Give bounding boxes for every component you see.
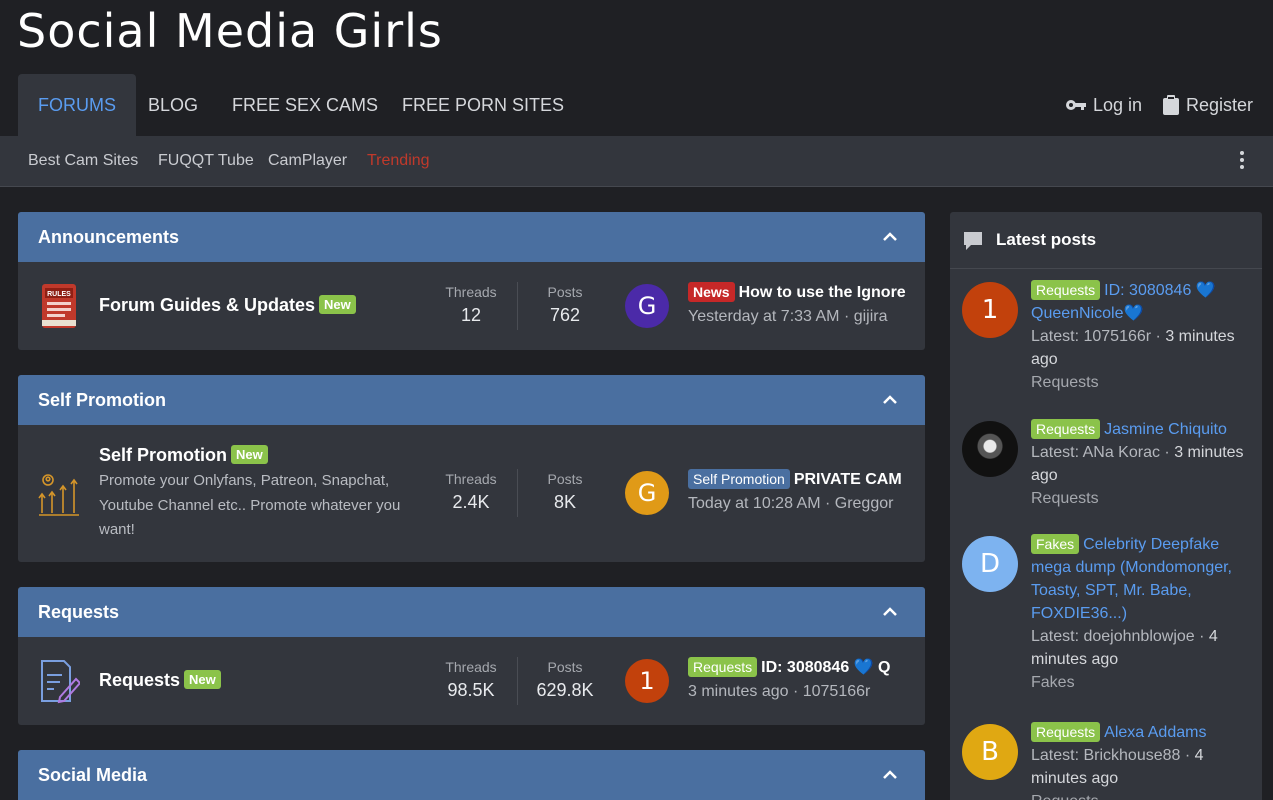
tab-forums[interactable]: FORUMS [18, 74, 136, 136]
forum-row[interactable]: RULES Forum Guides & Updates New Threads … [18, 262, 925, 350]
last-post-meta[interactable]: Yesterday at 7:33 AM · gijira [688, 308, 908, 326]
post-meta[interactable]: Latest: doejohnblowjoe · 4 minutes ago [1031, 625, 1253, 671]
chevron-up-icon[interactable] [883, 605, 897, 619]
blue-heart-icon: 💙 [1123, 305, 1144, 322]
forum-title[interactable]: Forum Guides & Updates New [99, 295, 356, 316]
login-label: Log in [1093, 95, 1143, 115]
category-title: Requests [38, 602, 120, 622]
widget-title: Latest posts [996, 230, 1097, 249]
prefix-requests: Requests [688, 657, 758, 677]
post-forum[interactable]: Requests [1031, 790, 1253, 800]
subnav-trending[interactable]: Trending [367, 136, 430, 185]
more-menu-icon[interactable] [1237, 151, 1247, 171]
avatar[interactable]: 1 [625, 659, 669, 703]
last-post-meta[interactable]: Today at 10:28 AM · Greggor [688, 495, 908, 513]
new-badge: New [319, 295, 356, 314]
post-text: Requests Alexa Addams Latest: Brickhouse8… [1031, 721, 1253, 800]
post-text: Requests ID: 3080846 💙 QueenNicole💙 Latest… [1031, 279, 1253, 394]
threads-stat: Threads 12 [445, 284, 497, 325]
category-header[interactable]: Requests [18, 587, 925, 637]
comment-icon [964, 232, 982, 250]
avatar[interactable]: G [625, 471, 669, 515]
category-title: Social Media [38, 765, 148, 785]
rules-book-icon: RULES [42, 284, 76, 328]
new-badge: New [184, 670, 221, 689]
prefix-fakes: Fakes [1031, 534, 1080, 554]
post-title[interactable]: Fakes Celebrity Deepfake mega dump (Mondo… [1031, 533, 1253, 625]
category-requests: Requests Requests New Threads 98.5K Posts… [18, 587, 925, 725]
avatar[interactable] [962, 421, 1018, 477]
posts-stat: Posts 8K [547, 471, 583, 512]
chevron-up-icon[interactable] [883, 768, 897, 782]
site-title[interactable]: Social Media Girls [17, 4, 443, 58]
subnav-fuqqt-tube[interactable]: FUQQT Tube [158, 136, 254, 185]
clipboard-icon [1163, 95, 1179, 115]
prefix-requests: Requests [1031, 419, 1101, 439]
post-title[interactable]: Requests ID: 3080846 💙 QueenNicole💙 [1031, 279, 1253, 325]
threads-stat: Threads 98.5K [445, 659, 497, 700]
category-social-media: Social Media [18, 750, 925, 800]
register-label: Register [1186, 95, 1254, 115]
divider [517, 469, 518, 517]
subnav-camplayer[interactable]: CamPlayer [268, 136, 347, 185]
post-title[interactable]: Requests Jasmine Chiquito [1031, 418, 1253, 441]
divider [517, 282, 518, 330]
login-link[interactable]: Log in [1065, 74, 1142, 136]
threads-stat: Threads 2.4K [445, 471, 497, 512]
avatar[interactable]: G [625, 284, 669, 328]
category-title: Self Promotion [38, 390, 167, 410]
subnav-best-cam-sites[interactable]: Best Cam Sites [28, 136, 138, 185]
last-post-title[interactable]: Requests ID: 3080846 💙 Q [688, 657, 908, 677]
post-forum[interactable]: Requests [1031, 371, 1253, 394]
sub-nav: Best Cam Sites FUQQT Tube CamPlayer Tren… [0, 136, 1273, 187]
growth-chart-icon [38, 474, 79, 516]
main-nav: FORUMS BLOG FREE SEX CAMS FREE PORN SITE… [0, 74, 1273, 136]
forum-description: Promote your Onlyfans, Patreon, Snapchat… [99, 472, 401, 538]
blue-heart-icon: 💙 [1195, 282, 1216, 299]
latest-posts-widget: Latest posts 1 Requests ID: 3080846 💙 Quee… [950, 212, 1262, 800]
last-post-title[interactable]: News How to use the Ignore [688, 282, 908, 302]
prefix-requests: Requests [1031, 280, 1101, 300]
avatar[interactable]: 1 [962, 282, 1018, 338]
category-header[interactable]: Announcements [18, 212, 925, 262]
post-meta[interactable]: Latest: Brickhouse88 · 4 minutes ago [1031, 744, 1253, 790]
last-post-title[interactable]: Self Promotion PRIVATE CAM [688, 469, 908, 489]
category-self-promotion: Self Promotion Self Promotion New Promote… [18, 375, 925, 562]
register-link[interactable]: Register [1162, 74, 1253, 136]
post-meta[interactable]: Latest: 1075166r · 3 minutes ago [1031, 325, 1253, 371]
post-forum[interactable]: Requests [1031, 487, 1253, 510]
prefix-news: News [688, 282, 735, 302]
post-text: Fakes Celebrity Deepfake mega dump (Mondo… [1031, 533, 1253, 694]
posts-stat: Posts 629.8K [536, 659, 594, 700]
category-header[interactable]: Self Promotion [18, 375, 925, 425]
category-announcements: Announcements RULES Forum Guides & Updat… [18, 212, 925, 350]
post-title[interactable]: Requests Alexa Addams [1031, 721, 1253, 744]
tab-free-sex-cams[interactable]: FREE SEX CAMS [212, 74, 398, 136]
post-forum[interactable]: Fakes [1031, 671, 1253, 694]
chevron-up-icon[interactable] [883, 393, 897, 407]
tab-blog[interactable]: BLOG [128, 74, 218, 136]
post-text: Requests Jasmine Chiquito Latest: ANa Kor… [1031, 418, 1253, 510]
forum-row[interactable]: Requests New Threads 98.5K Posts 629.8K 1… [18, 637, 925, 725]
last-post-meta[interactable]: 3 minutes ago · 1075166r [688, 683, 908, 701]
new-badge: New [231, 445, 268, 464]
category-title: Announcements [38, 227, 180, 247]
document-edit-icon [41, 660, 80, 704]
posts-stat: Posts 762 [547, 284, 583, 325]
avatar[interactable]: B [962, 724, 1018, 780]
widget-header: Latest posts [950, 212, 1262, 269]
divider [517, 657, 518, 705]
post-meta[interactable]: Latest: ANa Korac · 3 minutes ago [1031, 441, 1253, 487]
forum-row[interactable]: Self Promotion New Promote your Onlyfans,… [18, 425, 925, 562]
prefix-self-promotion: Self Promotion [688, 469, 790, 489]
category-header[interactable]: Social Media [18, 750, 925, 800]
key-icon [1066, 100, 1086, 110]
forum-title[interactable]: Requests New [99, 670, 221, 691]
prefix-requests: Requests [1031, 722, 1101, 742]
forum-title[interactable]: Self Promotion New [99, 445, 268, 466]
chevron-up-icon[interactable] [883, 230, 897, 244]
tab-free-porn-sites[interactable]: FREE PORN SITES [382, 74, 584, 136]
avatar[interactable]: D [962, 536, 1018, 592]
svg-text:RULES: RULES [47, 291, 71, 298]
